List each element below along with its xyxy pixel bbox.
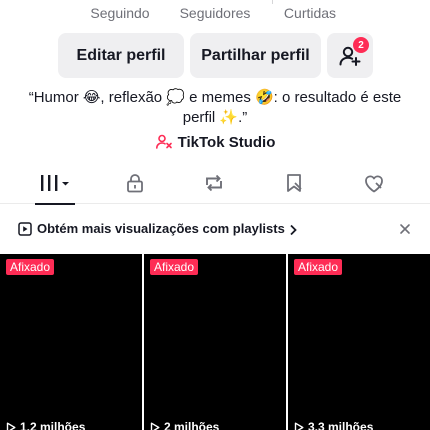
tab-reposts[interactable] <box>184 162 244 204</box>
likes-label: Curtidas <box>283 5 337 21</box>
repost-icon <box>206 174 222 192</box>
profile-bio: “Humor 😂, reflexão 💭 e memes 🤣: o result… <box>28 89 402 126</box>
view-count-text: 3,3 milhões <box>308 420 374 430</box>
chevron-right-icon <box>290 224 297 236</box>
stats-divider <box>272 0 273 4</box>
liked-icon <box>365 175 383 193</box>
view-count: 1,2 milhões <box>6 420 85 430</box>
tab-private[interactable] <box>105 162 165 204</box>
studio-user-icon <box>155 134 172 149</box>
friend-requests-badge: 2 <box>353 37 369 53</box>
share-profile-button[interactable]: Partilhar perfil <box>190 33 321 78</box>
following-label[interactable]: Seguindo <box>65 5 175 21</box>
video-thumbnail[interactable]: Afixado 1,2 milhões <box>0 254 142 430</box>
view-count: 2 milhões <box>150 420 219 430</box>
video-grid: Afixado 1,2 milhões Afixado 2 milhões Af… <box>0 254 430 430</box>
pinned-badge: Afixado <box>150 259 199 275</box>
share-profile-label: Partilhar perfil <box>201 46 310 64</box>
video-thumbnail[interactable]: Afixado 2 milhões <box>144 254 286 430</box>
profile-stats: Seguindo Seguidores Curtidas <box>0 0 430 30</box>
play-icon <box>294 422 304 430</box>
edit-profile-label: Editar perfil <box>76 46 166 64</box>
playlist-banner-text: Obtém mais visualizações com playlists <box>37 221 285 236</box>
playlist-banner[interactable]: Obtém mais visualizações com playlists <box>0 212 430 246</box>
close-icon[interactable] <box>399 223 411 235</box>
view-count-text: 1,2 milhões <box>20 420 86 430</box>
tab-videos[interactable] <box>25 162 85 205</box>
studio-label: TikTok Studio <box>177 133 276 151</box>
playlist-icon <box>18 222 32 236</box>
play-icon <box>6 422 16 430</box>
pinned-badge: Afixado <box>6 259 55 275</box>
videos-grid-icon <box>41 175 69 191</box>
view-count: 3,3 milhões <box>294 420 373 430</box>
pinned-badge: Afixado <box>294 259 343 275</box>
add-friends-button[interactable]: 2 <box>327 33 373 78</box>
saved-icon <box>287 174 302 192</box>
tiktok-studio-link[interactable]: TikTok Studio <box>0 133 430 151</box>
profile-tabs <box>0 162 430 205</box>
followers-label[interactable]: Seguidores <box>160 5 270 21</box>
edit-profile-button[interactable]: Editar perfil <box>58 33 184 78</box>
video-thumbnail[interactable]: Afixado 3,3 milhões <box>288 254 430 430</box>
tab-saved[interactable] <box>264 162 324 204</box>
lock-icon <box>127 174 143 193</box>
view-count-text: 2 milhões <box>164 420 220 430</box>
play-icon <box>150 422 160 430</box>
tab-liked[interactable] <box>344 162 404 204</box>
